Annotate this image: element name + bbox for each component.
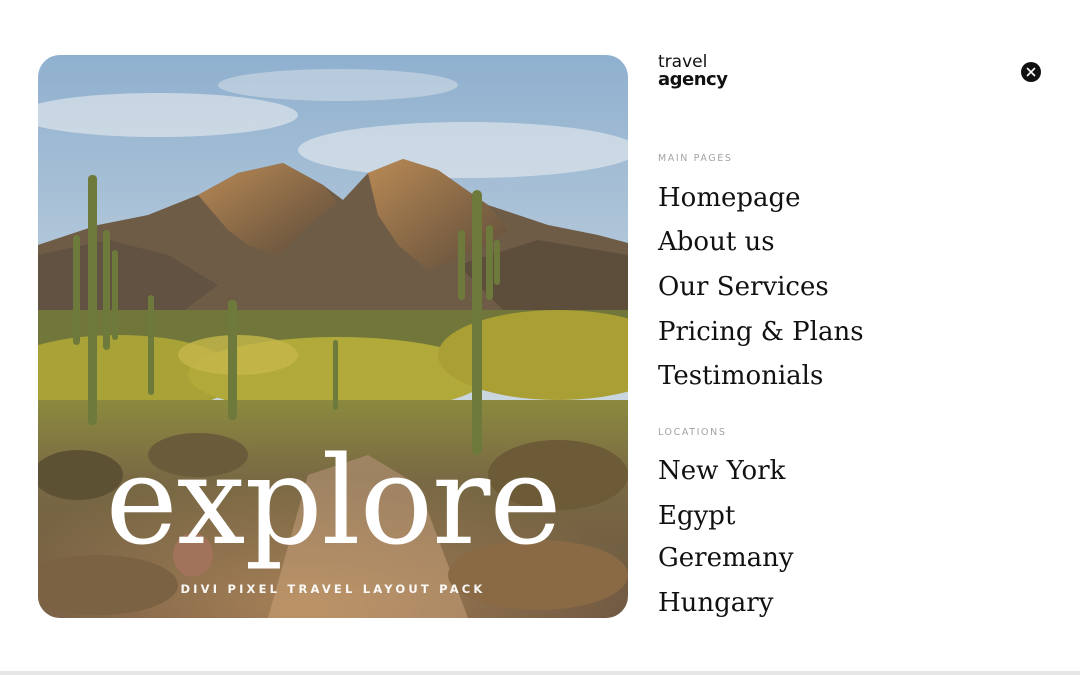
menu-item-pricing-plans[interactable]: Pricing & Plans [658,317,864,347]
section-label-main-pages: MAIN PAGES [658,153,733,164]
menu-item-hungary[interactable]: Hungary [658,588,773,618]
hero-card: explore DIVI PIXEL TRAVEL LAYOUT PACK [38,55,628,618]
menu-item-egypt[interactable]: Egypt [658,501,735,531]
menu-item-homepage[interactable]: Homepage [658,183,801,213]
hero-tagline: DIVI PIXEL TRAVEL LAYOUT PACK [180,582,486,596]
brand-logo[interactable]: travel agency [658,54,728,90]
bottom-divider [0,671,1080,675]
menu-item-testimonials[interactable]: Testimonials [658,361,823,391]
brand-logo-line2: agency [658,69,728,90]
menu-item-our-services[interactable]: Our Services [658,272,829,302]
close-menu-button[interactable] [1021,62,1041,82]
section-label-locations: LOCATIONS [658,427,727,438]
menu-item-geremany[interactable]: Geremany [658,543,794,573]
hero-headline: explore [105,430,561,572]
close-icon [1026,67,1036,77]
menu-item-new-york[interactable]: New York [658,456,785,486]
menu-item-about-us[interactable]: About us [658,227,775,257]
